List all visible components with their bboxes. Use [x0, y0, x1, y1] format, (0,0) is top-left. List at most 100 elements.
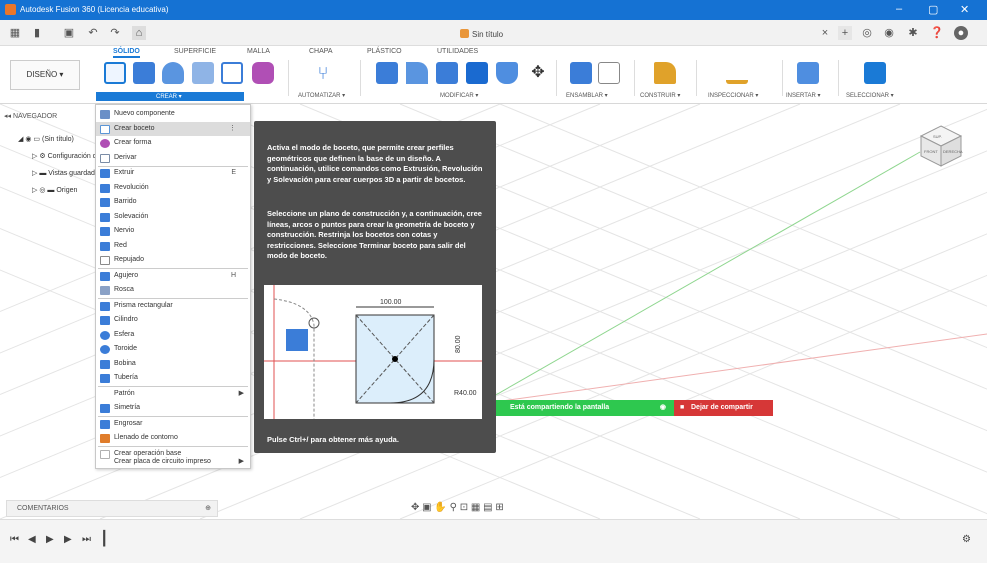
menu-item-revolve[interactable]: Revolución [96, 181, 250, 196]
press-pull-icon[interactable] [376, 62, 398, 84]
menu-item-create-form[interactable]: Crear forma [96, 136, 250, 151]
redo-icon[interactable]: ↷ [108, 26, 122, 40]
menu-item-thicken[interactable]: Engrosar [96, 417, 250, 432]
collapse-icon[interactable]: ◂◂ [4, 113, 11, 120]
timeline-marker-icon[interactable]: ┃ [100, 530, 108, 547]
restore-button[interactable]: ▢ [928, 3, 938, 16]
more-options-icon[interactable]: ⋮ [229, 122, 236, 137]
offset-plane-icon[interactable] [654, 62, 676, 84]
menu-item-sweep[interactable]: Barrido [96, 195, 250, 210]
orbit-icon[interactable]: ✥ [411, 502, 419, 513]
timeline-step-forward-button[interactable]: ▶ [64, 534, 72, 545]
menu-item-new-component[interactable]: Nuevo componente [96, 107, 250, 122]
menu-item-create-sketch[interactable]: Crear boceto ⋮ [96, 121, 250, 137]
grid-settings-icon[interactable]: ▤ [483, 502, 492, 513]
pattern-icon[interactable] [221, 62, 243, 84]
menu-item-thread[interactable]: Rosca [96, 283, 250, 298]
tab-utilidades[interactable]: UTILIDADES [437, 48, 478, 55]
measure-icon[interactable] [726, 62, 748, 84]
notifications-icon[interactable]: ✱ [906, 26, 920, 40]
create-sketch-icon[interactable] [104, 62, 126, 84]
menu-item-hole[interactable]: Agujero H [96, 269, 250, 284]
menu-item-pipe[interactable]: Tubería [96, 371, 250, 386]
eye-icon[interactable]: ◉ [25, 136, 31, 143]
menu-item-web[interactable]: Red [96, 239, 250, 254]
navigator-root-row[interactable]: ◢ ◉ ▭ (Sin título) [18, 135, 74, 143]
split-body-icon[interactable] [496, 62, 518, 84]
insert-image-icon[interactable] [797, 62, 819, 84]
menu-item-pcb[interactable]: Crear placa de circuito impreso ▶ [96, 455, 250, 469]
menu-item-boundary-fill[interactable]: Llenado de contorno [96, 431, 250, 446]
navigator-header[interactable]: ◂◂ NAVEGADOR [4, 112, 96, 124]
timeline-step-back-button[interactable]: ◀ [28, 534, 36, 545]
job-status-icon[interactable]: ◉ [882, 26, 896, 40]
create-form-icon[interactable] [252, 62, 274, 84]
expand-arrow-icon[interactable]: ▷ [32, 170, 37, 177]
tab-superficie[interactable]: SUPERFICIE [174, 48, 216, 55]
menu-item-torus[interactable]: Toroide [96, 342, 250, 357]
stop-sharing-button[interactable]: ■ Dejar de compartir [674, 400, 773, 416]
close-tab-icon[interactable]: × [818, 26, 832, 40]
close-window-button[interactable]: ✕ [960, 3, 969, 16]
menu-item-cylinder[interactable]: Cilindro [96, 313, 250, 328]
menu-item-pattern[interactable]: Patrón ▶ [96, 387, 250, 402]
workspace-switcher-button[interactable]: DISEÑO ▾ [10, 60, 80, 90]
shell-icon[interactable] [436, 62, 458, 84]
group-ensamblar[interactable]: ENSAMBLAR ▾ [566, 92, 608, 99]
group-crear[interactable]: CREAR ▾ [96, 92, 244, 101]
new-component-icon[interactable] [570, 62, 592, 84]
new-tab-icon[interactable]: + [838, 26, 852, 40]
tab-malla[interactable]: MALLA [247, 48, 270, 55]
help-icon[interactable]: ❓ [930, 26, 944, 40]
automate-icon[interactable]: ⑂ [312, 62, 334, 84]
grid-menu-icon[interactable]: ▦ [8, 26, 22, 40]
joint-icon[interactable] [598, 62, 620, 84]
document-tab[interactable]: Sin título [460, 29, 503, 39]
expand-arrow-icon[interactable]: ▷ [32, 187, 37, 194]
timeline-play-button[interactable]: ▶ [46, 534, 54, 545]
menu-item-box[interactable]: Prisma rectangular [96, 299, 250, 314]
group-construir[interactable]: CONSTRUIR ▾ [640, 92, 680, 99]
navigator-views-row[interactable]: ▷ ▬ Vistas guardadas [32, 169, 102, 177]
expand-arrow-icon[interactable]: ◢ [18, 136, 23, 143]
group-inspeccionar[interactable]: INSPECCIONAR ▾ [708, 92, 758, 99]
hole-icon[interactable] [192, 62, 214, 84]
eye-icon[interactable]: ◎ [39, 187, 45, 194]
group-automatizar[interactable]: AUTOMATIZAR ▾ [298, 92, 345, 99]
pan-icon[interactable]: ✋ [434, 502, 446, 513]
display-settings-icon[interactable]: ▦ [471, 502, 480, 513]
timeline-settings-icon[interactable]: ⚙ [962, 534, 971, 545]
view-cube[interactable]: SUP. FRONT DERECHA [917, 122, 965, 170]
menu-item-loft[interactable]: Solevación [96, 210, 250, 225]
extensions-icon[interactable]: ◎ [860, 26, 874, 40]
expand-arrow-icon[interactable]: ▷ [32, 153, 37, 160]
minimize-button[interactable]: – [896, 3, 902, 15]
navigator-origin-row[interactable]: ▷ ◎ ▬ Origen [32, 186, 77, 194]
combine-icon[interactable] [466, 62, 488, 84]
menu-item-derive[interactable]: Derivar [96, 151, 250, 166]
revolve-icon[interactable] [162, 62, 184, 84]
undo-icon[interactable]: ↶ [86, 26, 100, 40]
file-icon[interactable]: ▮ [30, 26, 44, 40]
group-modificar[interactable]: MODIFICAR ▾ [440, 92, 478, 99]
fillet-icon[interactable] [406, 62, 428, 84]
zoom-window-icon[interactable]: ⊡ [460, 502, 468, 513]
home-icon[interactable]: ⌂ [132, 26, 146, 40]
menu-item-coil[interactable]: Bobina [96, 357, 250, 372]
comments-panel[interactable]: COMENTARIOS ⊕ [6, 500, 218, 517]
group-seleccionar[interactable]: SELECCIONAR ▾ [846, 92, 894, 99]
viewports-icon[interactable]: ⊞ [495, 502, 503, 513]
move-copy-icon[interactable]: ✥ [527, 62, 549, 84]
menu-item-extrude[interactable]: Extruir E [96, 166, 250, 181]
extrude-icon[interactable] [133, 62, 155, 84]
menu-item-mirror[interactable]: Simetría [96, 401, 250, 416]
add-comment-icon[interactable]: ⊕ [205, 501, 211, 516]
group-insertar[interactable]: INSERTAR ▾ [786, 92, 820, 99]
menu-item-emboss[interactable]: Repujado [96, 253, 250, 268]
select-icon[interactable] [864, 62, 886, 84]
timeline-start-button[interactable]: ⏮ [10, 534, 19, 545]
timeline-end-button[interactable]: ⏭ [82, 534, 91, 545]
tab-solido[interactable]: SÓLIDO [113, 48, 140, 58]
tab-chapa[interactable]: CHAPA [309, 48, 333, 55]
user-avatar-icon[interactable]: ● [954, 26, 968, 40]
